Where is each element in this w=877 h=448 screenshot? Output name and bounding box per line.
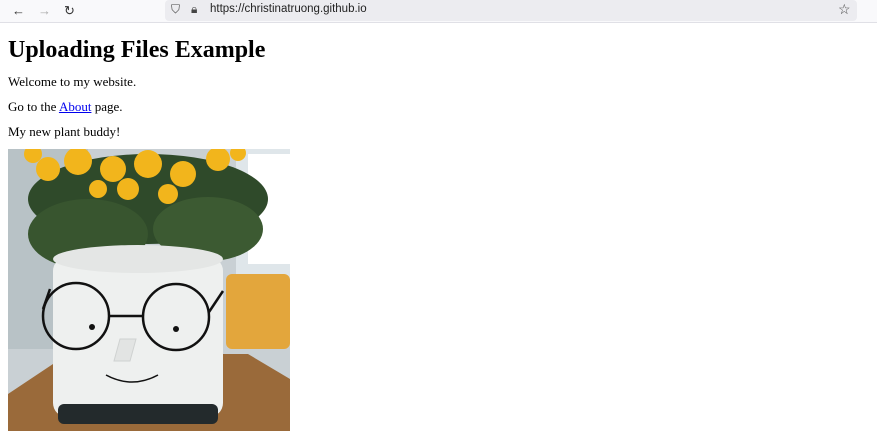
plant-caption: My new plant buddy! [8, 124, 121, 139]
address-bar[interactable]: ⛉ 🔒︎ https://christinatruong.github.io [165, 0, 857, 21]
back-arrow-icon[interactable]: ← [12, 3, 25, 18]
reload-icon[interactable]: ↻ [64, 3, 75, 19]
about-link[interactable]: About [59, 99, 92, 114]
star-icon[interactable]: ☆ [838, 1, 851, 18]
url-text[interactable]: https://christinatruong.github.io [210, 3, 367, 15]
shield-icon[interactable]: ⛉ [171, 2, 180, 17]
plant-photo [8, 149, 290, 431]
about-suffix: page. [94, 99, 123, 114]
about-prefix: Go to the [8, 99, 57, 114]
page-content: Uploading Files Example Welcome to my we… [0, 37, 877, 431]
about-paragraph: Go to the About page. [8, 99, 869, 114]
forward-arrow-icon[interactable]: → [38, 3, 51, 18]
welcome-text: Welcome to my website. [8, 74, 137, 89]
lock-icon[interactable]: 🔒︎ [191, 2, 197, 17]
browser-toolbar: ← → ↻ ⛉ 🔒︎ https://christinatruong.githu… [0, 0, 877, 23]
page-title: Uploading Files Example [8, 37, 266, 63]
